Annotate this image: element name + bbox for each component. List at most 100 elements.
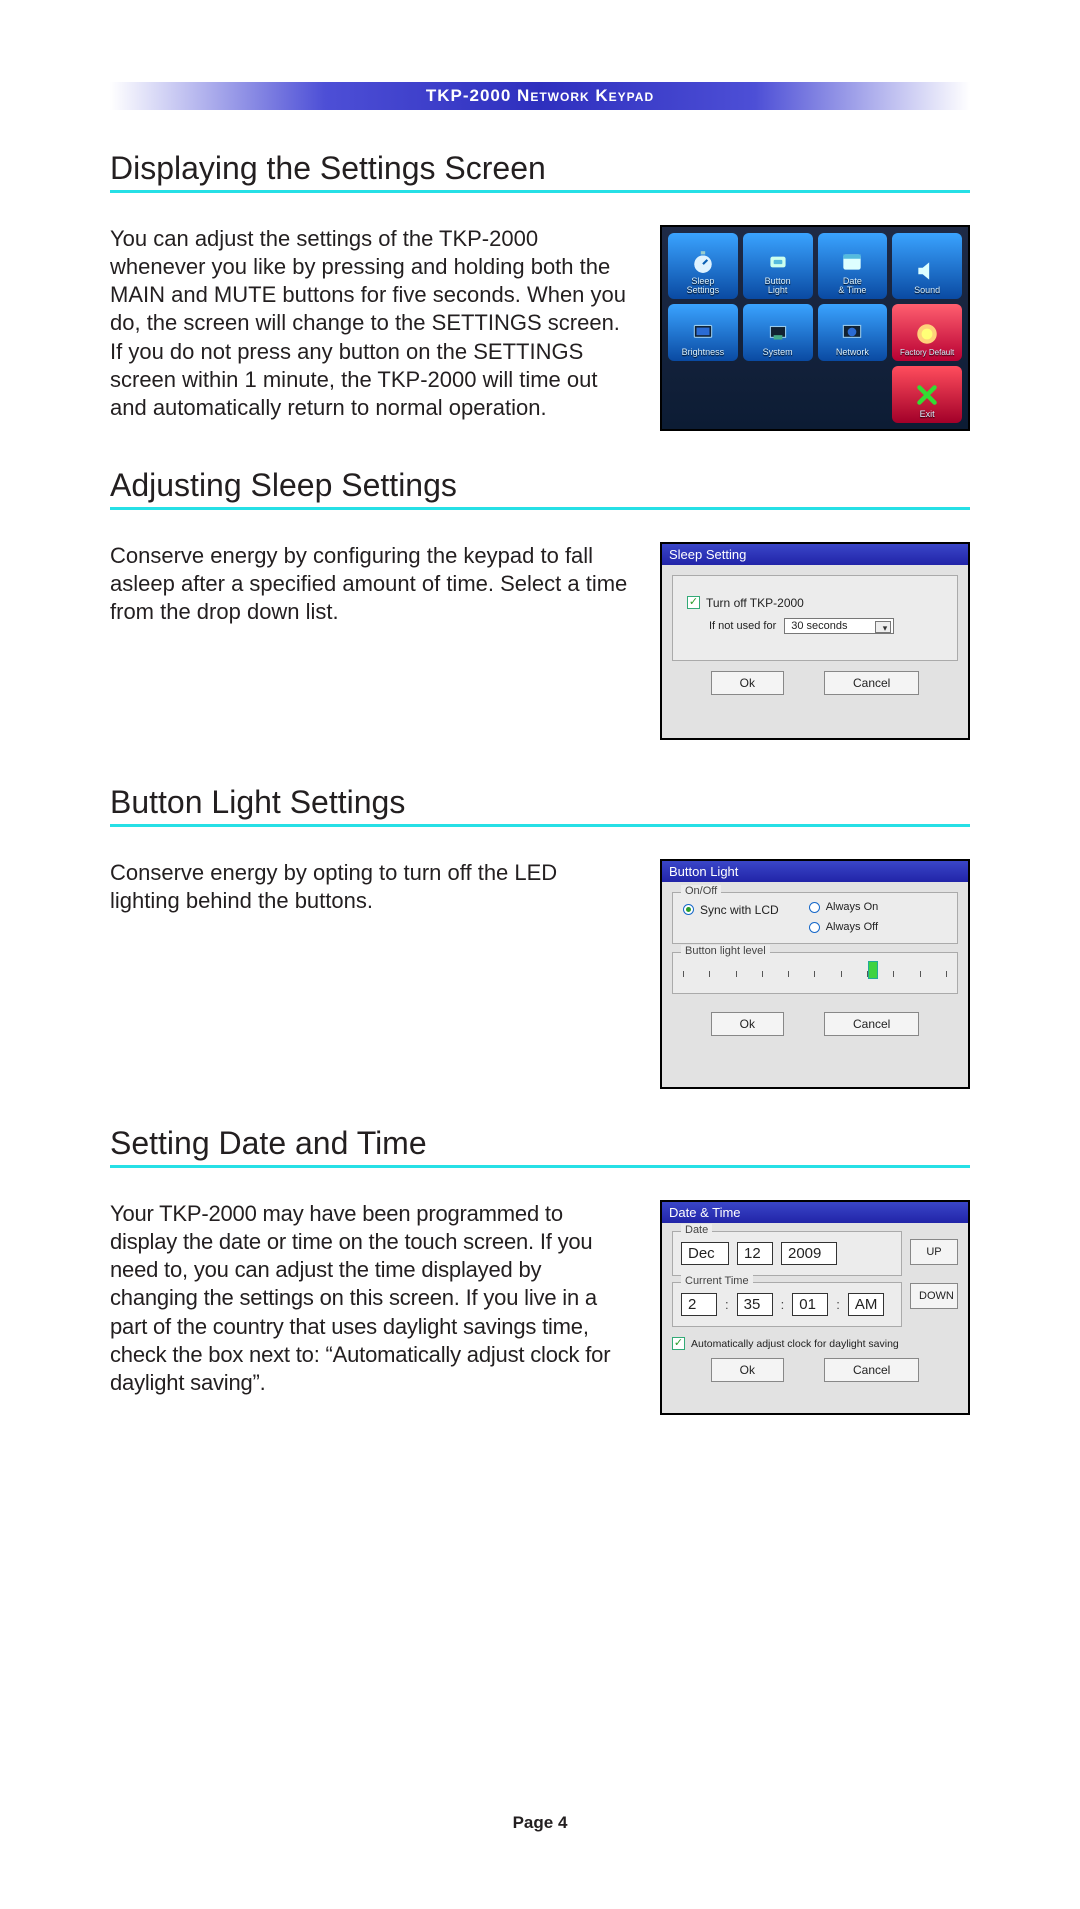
tile-network[interactable]: Network [818, 304, 888, 361]
stopwatch-icon [690, 249, 716, 275]
tile-label: Sound [914, 286, 940, 295]
button-light-dialog-screenshot: Button Light On/Off Sync with LCD Always… [660, 859, 970, 1089]
minute-field[interactable]: 35 [737, 1293, 773, 1316]
checkbox-icon: ✓ [672, 1337, 685, 1350]
group-label: Date [681, 1224, 712, 1236]
dst-checkbox[interactable]: ✓ Automatically adjust clock for dayligh… [672, 1337, 899, 1350]
tile-label: Light [768, 286, 788, 295]
month-field[interactable]: Dec [681, 1242, 729, 1265]
divider [110, 824, 970, 827]
manual-page: TKP-2000 Network Keypad Displaying the S… [0, 82, 1080, 1909]
group-label: Button light level [681, 945, 770, 957]
down-button[interactable]: DOWN [910, 1283, 958, 1309]
tile-empty [668, 366, 738, 423]
cancel-button[interactable]: Cancel [824, 671, 919, 695]
ok-button[interactable]: Ok [711, 1012, 784, 1036]
tile-system[interactable]: System [743, 304, 813, 361]
day-field[interactable]: 12 [737, 1242, 773, 1265]
duration-select[interactable]: 30 seconds ▾ [784, 618, 894, 634]
divider [110, 507, 970, 510]
section-title-date-time: Setting Date and Time [110, 1125, 970, 1162]
radio-icon [809, 922, 820, 933]
tile-label: System [763, 348, 793, 357]
section-title-sleep: Adjusting Sleep Settings [110, 467, 970, 504]
up-button[interactable]: UP [910, 1239, 958, 1265]
group-label: Current Time [681, 1275, 753, 1287]
turnoff-checkbox[interactable]: ✓ Turn off TKP-2000 [687, 596, 804, 610]
second-field[interactable]: 01 [792, 1293, 828, 1316]
date-time-body-text: Your TKP-2000 may have been programmed t… [110, 1200, 632, 1397]
tile-label: Network [836, 348, 869, 357]
radio-icon [809, 902, 820, 913]
button-light-body-text: Conserve energy by opting to turn off th… [110, 859, 632, 915]
settings-section: You can adjust the settings of the TKP-2… [110, 225, 970, 431]
section-title-button-light: Button Light Settings [110, 784, 970, 821]
section-title-settings: Displaying the Settings Screen [110, 150, 970, 187]
ampm-field[interactable]: AM [848, 1293, 885, 1316]
tile-date-time[interactable]: Date & Time [818, 233, 888, 299]
running-header: TKP-2000 Network Keypad [110, 82, 970, 110]
date-group: Date Dec 12 2009 [672, 1231, 902, 1276]
ok-button[interactable]: Ok [711, 671, 784, 695]
tile-label: Exit [920, 410, 935, 419]
button-icon [765, 249, 791, 275]
speaker-icon [914, 258, 940, 284]
tile-factory-default[interactable]: Factory Default [892, 304, 962, 361]
system-icon [765, 320, 791, 346]
tile-empty [743, 366, 813, 423]
cancel-button[interactable]: Cancel [824, 1012, 919, 1036]
radio-sync-with-lcd[interactable]: Sync with LCD [683, 903, 779, 917]
checkbox-label: Turn off TKP-2000 [706, 596, 804, 610]
tile-label: Brightness [682, 348, 725, 357]
dialog-title: Date & Time [662, 1202, 968, 1223]
sleep-dialog-screenshot: Sleep Setting ✓ Turn off TKP-2000 If not… [660, 542, 970, 740]
monitor-icon [690, 320, 716, 346]
radio-label: Always On [826, 901, 879, 913]
radio-label: Always Off [826, 921, 878, 933]
year-field[interactable]: 2009 [781, 1242, 837, 1265]
tile-exit[interactable]: Exit [892, 366, 962, 423]
date-time-dialog-screenshot: Date & Time Date Dec 12 2009 [660, 1200, 970, 1415]
settings-screen-screenshot: Sleep Settings Button Light Date & Time … [660, 225, 970, 431]
ok-button[interactable]: Ok [711, 1358, 784, 1382]
radio-always-off[interactable]: Always Off [809, 921, 879, 933]
network-icon [839, 320, 865, 346]
slider-thumb-icon [868, 961, 878, 979]
factory-reset-icon [914, 321, 940, 347]
tile-button-light[interactable]: Button Light [743, 233, 813, 299]
checkbox-label: Automatically adjust clock for daylight … [691, 1338, 899, 1350]
dialog-title: Button Light [662, 861, 968, 882]
checkbox-icon: ✓ [687, 596, 700, 609]
date-time-section: Your TKP-2000 may have been programmed t… [110, 1200, 970, 1415]
divider [110, 190, 970, 193]
radio-always-on[interactable]: Always On [809, 901, 879, 913]
brightness-slider[interactable] [683, 961, 947, 983]
radio-label: Sync with LCD [700, 903, 779, 917]
if-not-used-label: If not used for [709, 620, 776, 632]
select-value: 30 seconds [791, 620, 847, 632]
tile-empty [818, 366, 888, 423]
page-number: Page 4 [0, 1813, 1080, 1833]
sleep-body-text: Conserve energy by configuring the keypa… [110, 542, 632, 626]
hour-field[interactable]: 2 [681, 1293, 717, 1316]
close-icon [914, 382, 940, 408]
cancel-button[interactable]: Cancel [824, 1358, 919, 1382]
time-group: Current Time 2 : 35 : 01 : AM [672, 1282, 902, 1327]
onoff-group: On/Off Sync with LCD Always On Always Of… [672, 892, 958, 944]
button-light-section: Conserve energy by opting to turn off th… [110, 859, 970, 1089]
tile-label: & Time [838, 286, 866, 295]
settings-body-text: You can adjust the settings of the TKP-2… [110, 225, 632, 422]
group-label: On/Off [681, 885, 721, 897]
tile-sleep-settings[interactable]: Sleep Settings [668, 233, 738, 299]
sleep-section: Conserve energy by configuring the keypa… [110, 542, 970, 740]
radio-icon [683, 904, 694, 915]
tile-label: Factory Default [900, 349, 954, 357]
chevron-down-icon: ▾ [883, 623, 888, 634]
level-group: Button light level [672, 952, 958, 994]
tile-sound[interactable]: Sound [892, 233, 962, 299]
divider [110, 1165, 970, 1168]
tile-brightness[interactable]: Brightness [668, 304, 738, 361]
tile-label: Settings [687, 286, 720, 295]
dialog-title: Sleep Setting [662, 544, 968, 565]
calendar-icon [839, 249, 865, 275]
